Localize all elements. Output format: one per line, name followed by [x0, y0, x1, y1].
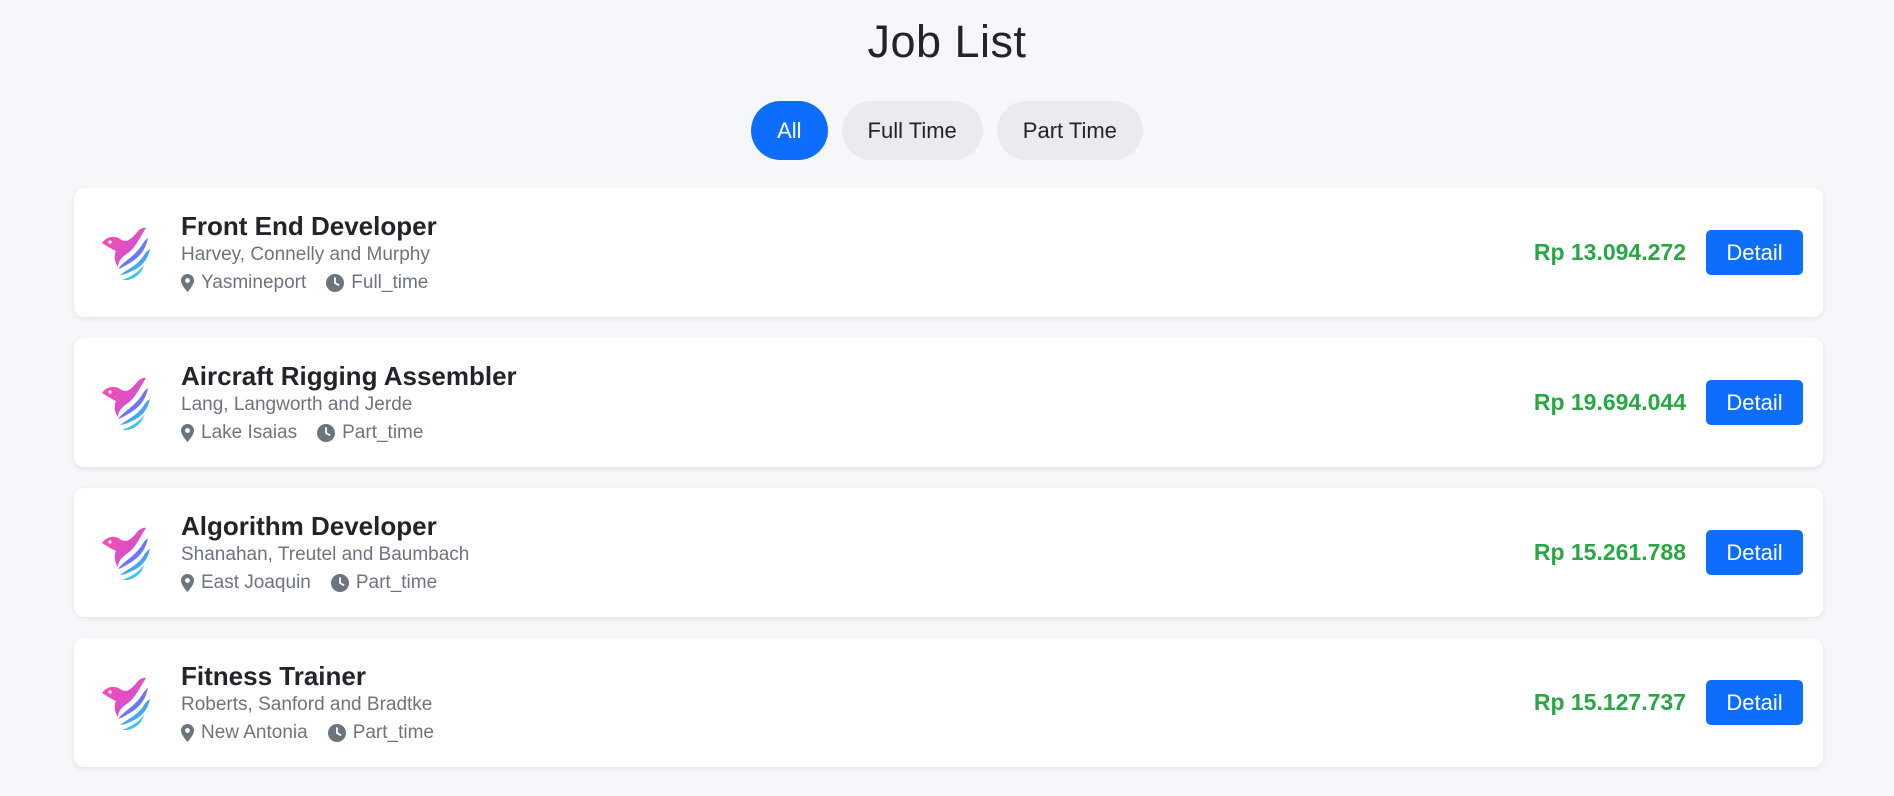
- job-card: Aircraft Rigging Assembler Lang, Langwor…: [74, 338, 1823, 467]
- job-company: Lang, Langworth and Jerde: [181, 394, 413, 415]
- job-list: Front End Developer Harvey, Connelly and…: [74, 188, 1823, 767]
- filter-full-time-button[interactable]: Full Time: [841, 101, 983, 160]
- filter-bar: All Full Time Part Time: [0, 101, 1894, 160]
- job-info: Algorithm Developer Shanahan, Treutel an…: [181, 511, 469, 594]
- job-type: Part_time: [330, 572, 438, 594]
- job-company: Shanahan, Treutel and Baumbach: [181, 544, 470, 565]
- filter-part-time-button[interactable]: Part Time: [996, 101, 1143, 160]
- clock-icon: [327, 724, 346, 742]
- job-salary: Rp 15.127.737: [1533, 689, 1686, 715]
- job-title: Aircraft Rigging Assembler: [181, 361, 517, 391]
- job-type: Part_time: [327, 722, 434, 744]
- clock-icon: [326, 274, 345, 292]
- bird-logo-icon: [102, 227, 150, 280]
- job-type-label: Full_time: [351, 272, 429, 293]
- clock-icon: [317, 424, 336, 442]
- job-type-label: Part_time: [355, 572, 438, 593]
- map-pin-icon: [181, 424, 194, 442]
- job-info: Aircraft Rigging Assembler Lang, Langwor…: [181, 361, 517, 444]
- clock-icon: [330, 574, 349, 592]
- job-location: Lake Isaias: [181, 422, 297, 444]
- job-location-label: East Joaquin: [201, 572, 311, 593]
- job-type: Full_time: [326, 272, 428, 294]
- job-title: Algorithm Developer: [181, 511, 437, 541]
- job-card: Fitness Trainer Roberts, Sanford and Bra…: [74, 638, 1823, 767]
- filter-all-button[interactable]: All: [751, 101, 828, 160]
- job-meta: Lake Isaias Part_time: [181, 422, 517, 444]
- job-title: Front End Developer: [181, 211, 437, 241]
- job-company: Roberts, Sanford and Bradtke: [181, 694, 433, 715]
- job-salary: Rp 13.094.272: [1533, 239, 1686, 265]
- job-title: Fitness Trainer: [181, 661, 366, 691]
- job-card: Front End Developer Harvey, Connelly and…: [74, 188, 1823, 317]
- page-title: Job List: [867, 16, 1027, 67]
- job-meta: Yasmineport Full_time: [181, 272, 448, 294]
- detail-button[interactable]: Detail: [1706, 680, 1803, 725]
- detail-button[interactable]: Detail: [1706, 530, 1803, 575]
- job-location: Yasmineport: [181, 272, 306, 294]
- job-type: Part_time: [317, 422, 423, 444]
- detail-button[interactable]: Detail: [1706, 380, 1803, 425]
- job-card: Algorithm Developer Shanahan, Treutel an…: [74, 488, 1823, 617]
- bird-logo-icon: [102, 527, 150, 580]
- job-actions: Rp 15.127.737 Detail: [1534, 638, 1803, 767]
- job-actions: Rp 15.261.788 Detail: [1534, 488, 1803, 617]
- job-company: Harvey, Connelly and Murphy: [181, 244, 430, 265]
- job-info: Fitness Trainer Roberts, Sanford and Bra…: [181, 661, 454, 744]
- job-location-label: Lake Isaias: [201, 422, 298, 443]
- bird-logo-icon: [102, 377, 150, 430]
- job-type-label: Part_time: [342, 422, 424, 443]
- job-actions: Rp 19.694.044 Detail: [1534, 338, 1803, 467]
- job-salary: Rp 15.261.788: [1533, 539, 1686, 565]
- detail-button[interactable]: Detail: [1706, 230, 1803, 275]
- job-location: New Antonia: [181, 722, 308, 744]
- job-meta: East Joaquin Part_time: [181, 572, 469, 594]
- job-actions: Rp 13.094.272 Detail: [1534, 188, 1803, 317]
- job-info: Front End Developer Harvey, Connelly and…: [181, 211, 448, 294]
- job-type-label: Part_time: [352, 722, 434, 743]
- bird-logo-icon: [102, 677, 150, 730]
- job-salary: Rp 19.694.044: [1533, 389, 1686, 415]
- map-pin-icon: [181, 574, 194, 592]
- job-location: East Joaquin: [181, 572, 311, 594]
- job-location-label: New Antonia: [201, 722, 308, 743]
- map-pin-icon: [181, 274, 194, 292]
- map-pin-icon: [181, 724, 194, 742]
- job-location-label: Yasmineport: [201, 272, 307, 293]
- job-meta: New Antonia Part_time: [181, 722, 454, 744]
